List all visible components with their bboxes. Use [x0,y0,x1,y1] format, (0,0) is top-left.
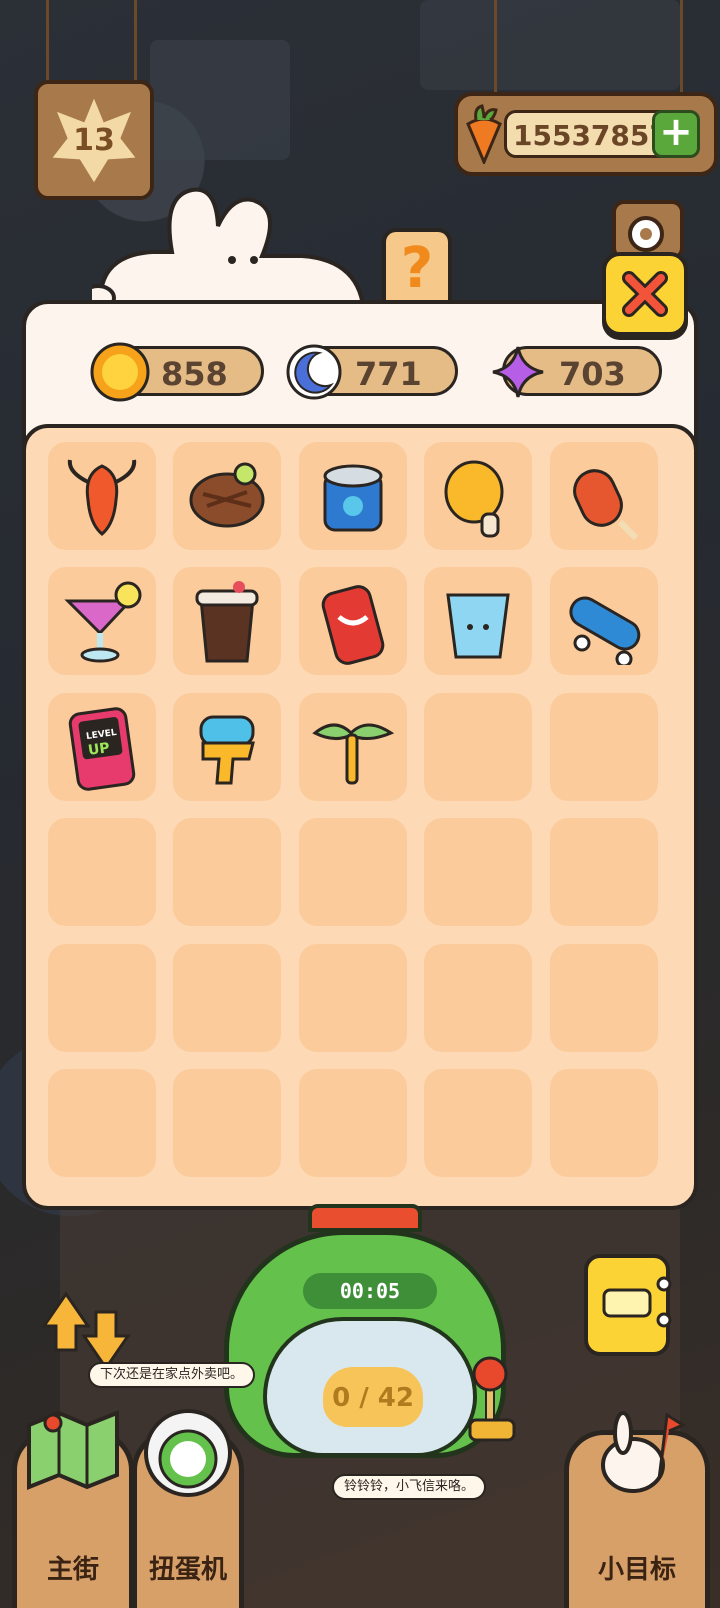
water-glass-icon [446,593,510,659]
inventory-slot-water-glass[interactable] [424,567,533,676]
moon-currency: 771 [286,344,458,400]
chat-bubble: 铃铃铃，小飞信来咯。 [332,1474,487,1500]
inventory-slot-skateboard[interactable] [549,567,658,676]
nav-label: 扭蛋机 [148,1555,227,1585]
soda-can-icon [321,585,385,666]
inventory-grid: LEVEL UP [22,424,698,1210]
inventory-slot-empty [298,1069,407,1177]
sun-currency: 858 [90,342,264,402]
machine-timer: 00:05 [303,1273,437,1309]
inventory-slot-empty [173,1069,282,1177]
inventory-slot-empty [48,818,156,927]
inventory-slot-empty [549,692,658,801]
carrot-counter: 15537857 + [454,92,718,176]
sausage-icon [572,469,638,540]
cocktail-icon [64,581,142,663]
capsule-window: 0 / 42 [263,1317,477,1457]
canned-fish-icon [323,464,383,532]
city-background [150,40,290,160]
star-currency: 703 [492,346,662,398]
help-button[interactable]: ? [382,228,452,304]
inventory-slot-soda-can[interactable] [298,567,407,676]
inventory-slot-empty [424,818,533,927]
chat-bubble: 下次还是在家点外卖吧。 [88,1362,256,1388]
inventory-slot-empty [549,1069,658,1177]
inventory-slot-water-gun[interactable] [173,692,282,801]
inventory-slot-empty [298,943,407,1052]
inventory-slot-empty [424,1069,533,1177]
star-icon [492,346,544,398]
inventory-slot-empty [424,943,533,1052]
moon-value: 771 [355,355,422,393]
bamboo-copter-icon [312,723,394,785]
nav-label: 小目标 [597,1555,676,1585]
level-sign-rope [46,0,49,84]
inventory-slot-empty [173,818,282,927]
inventory-slot-empty [424,692,533,801]
nav-main-street[interactable]: 主街 [12,1410,134,1608]
star-value: 703 [559,355,626,393]
nav-goals[interactable]: 小目标 [564,1411,710,1608]
level-star-icon: 13 [52,98,136,183]
level-badge[interactable]: 13 [34,80,154,200]
level-number: 13 [73,122,115,158]
inventory-slot-sausage[interactable] [549,442,658,550]
capsule-progress: 0 / 42 [323,1367,423,1427]
inventory-slot-empty [298,818,407,927]
sun-icon [90,342,150,402]
carrot-sign-rope [680,0,683,96]
level-up-console-icon: LEVELUP [68,707,136,791]
inventory-slot-empty [549,818,658,927]
inventory-slot-cocktail[interactable] [48,567,156,676]
inventory-slot-bamboo-copter[interactable] [298,692,407,801]
bunny-mascot-icon [92,187,367,316]
level-sign-rope [134,0,137,84]
machine-top [308,1204,422,1232]
inventory-slot-empty [549,943,658,1052]
inventory-slot-canned-fish[interactable] [298,442,407,550]
inventory-slot-level-up-console[interactable]: LEVEL UP [48,692,156,801]
city-background-building [420,0,680,90]
lobster-icon [67,459,137,536]
notebook-icon[interactable] [578,1250,676,1360]
joystick-icon [468,1356,516,1442]
water-gun-icon [199,715,256,785]
add-carrots-button[interactable]: + [652,110,700,158]
close-button[interactable] [602,252,688,336]
carrot-sign-rope [494,0,497,96]
carrot-icon [466,104,502,164]
sun-value: 858 [161,355,228,393]
skateboard-icon [569,596,640,666]
inventory-slot-empty [48,943,156,1052]
level-up-text: UP [87,740,111,759]
nav-label: 主街 [46,1555,99,1585]
bunny-flag-icon [601,1411,685,1493]
gacha-capsule-icon [144,1409,232,1497]
coffee-cup-icon [195,581,259,663]
capsule-machine[interactable]: 00:05 0 / 42 [224,1204,516,1458]
inventory-slot-fried-chicken[interactable] [424,442,533,550]
map-icon [27,1410,119,1490]
inventory-slot-empty [48,1069,156,1177]
inventory-slot-lobster[interactable] [48,442,156,550]
nav-gacha[interactable]: 扭蛋机 [132,1409,244,1608]
moon-icon [286,344,342,400]
gear-icon[interactable] [612,200,684,260]
inventory-slot-steak[interactable] [173,442,282,550]
inventory-slot-empty [173,943,282,1052]
close-icon [622,271,668,317]
carrot-count: 15537857 [513,119,669,152]
inventory-slot-coffee-cup[interactable] [173,567,282,676]
steak-icon [189,462,265,528]
fried-chicken-icon [444,460,504,538]
inventory-modal: 858 771 703 LEVEL UP [22,300,698,1210]
